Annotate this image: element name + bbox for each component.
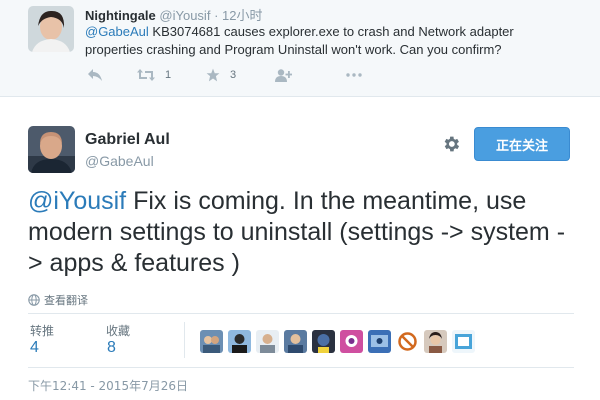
favoriter-avatar[interactable]	[368, 330, 391, 353]
main-author-handle[interactable]: @GabeAul	[85, 153, 154, 169]
translate-link[interactable]: 查看翻译	[28, 292, 88, 308]
reply-timestamp[interactable]: 12小时	[222, 8, 262, 23]
retweet-icon	[137, 69, 155, 81]
follow-user-icon[interactable]	[275, 66, 292, 84]
reply-icon[interactable]	[88, 66, 102, 84]
favorite-count: 3	[230, 69, 237, 81]
reply-header: Nightingale @iYousif · 12小时	[85, 5, 263, 24]
reply-author-handle[interactable]: @iYousif	[159, 8, 210, 23]
stats-bottom-divider	[28, 367, 574, 368]
gear-icon[interactable]	[441, 134, 461, 154]
favoriter-avatar[interactable]	[256, 330, 279, 353]
following-button[interactable]: 正在关注	[474, 127, 570, 161]
main-mention-link[interactable]: @iYousif	[28, 187, 126, 215]
retweets-value[interactable]: 4	[30, 339, 39, 357]
favorites-value[interactable]: 8	[107, 339, 116, 357]
retweet-count: 1	[165, 69, 172, 81]
reply-author-avatar[interactable]	[28, 6, 74, 52]
reply-tweet-text: @GabeAul KB3074681 causes explorer.exe t…	[85, 23, 555, 59]
favorite-action[interactable]: 3	[206, 66, 236, 84]
favoriter-avatar[interactable]	[284, 330, 307, 353]
reply-action-bar: 1 3	[85, 66, 445, 84]
retweet-action[interactable]: 1	[137, 66, 171, 84]
reply-separator: ·	[214, 8, 219, 23]
reply-text-body: KB3074681 causes explorer.exe to crash a…	[85, 24, 514, 57]
main-author-name[interactable]: Gabriel Aul	[85, 131, 170, 149]
stats-separator	[184, 322, 185, 358]
stats-top-divider	[28, 313, 574, 314]
favoriter-avatar[interactable]	[452, 330, 475, 353]
favorites-label[interactable]: 收藏	[106, 322, 130, 339]
favoriter-avatar[interactable]	[200, 330, 223, 353]
main-author-avatar[interactable]	[28, 126, 75, 173]
main-tweet-text: @iYousif Fix is coming. In the meantime,…	[28, 186, 578, 279]
tweet-timestamp[interactable]: 下午12:41 - 2015年7月26日	[28, 377, 188, 394]
favoriter-avatar[interactable]	[312, 330, 335, 353]
favoriter-avatar[interactable]	[340, 330, 363, 353]
globe-icon	[28, 294, 40, 306]
favoriter-avatars	[200, 330, 480, 354]
reply-author-name[interactable]: Nightingale	[85, 8, 156, 23]
favoriter-avatar[interactable]	[228, 330, 251, 353]
more-dots-icon[interactable]	[346, 66, 362, 84]
retweets-label[interactable]: 转推	[30, 322, 54, 339]
favoriter-avatar[interactable]	[396, 330, 419, 353]
reply-mention-link[interactable]: @GabeAul	[85, 24, 149, 39]
favoriter-avatar[interactable]	[424, 330, 447, 353]
translate-label: 查看翻译	[44, 294, 88, 307]
star-icon	[206, 68, 220, 82]
reply-tweet[interactable]: Nightingale @iYousif · 12小时 @GabeAul KB3…	[0, 0, 600, 97]
